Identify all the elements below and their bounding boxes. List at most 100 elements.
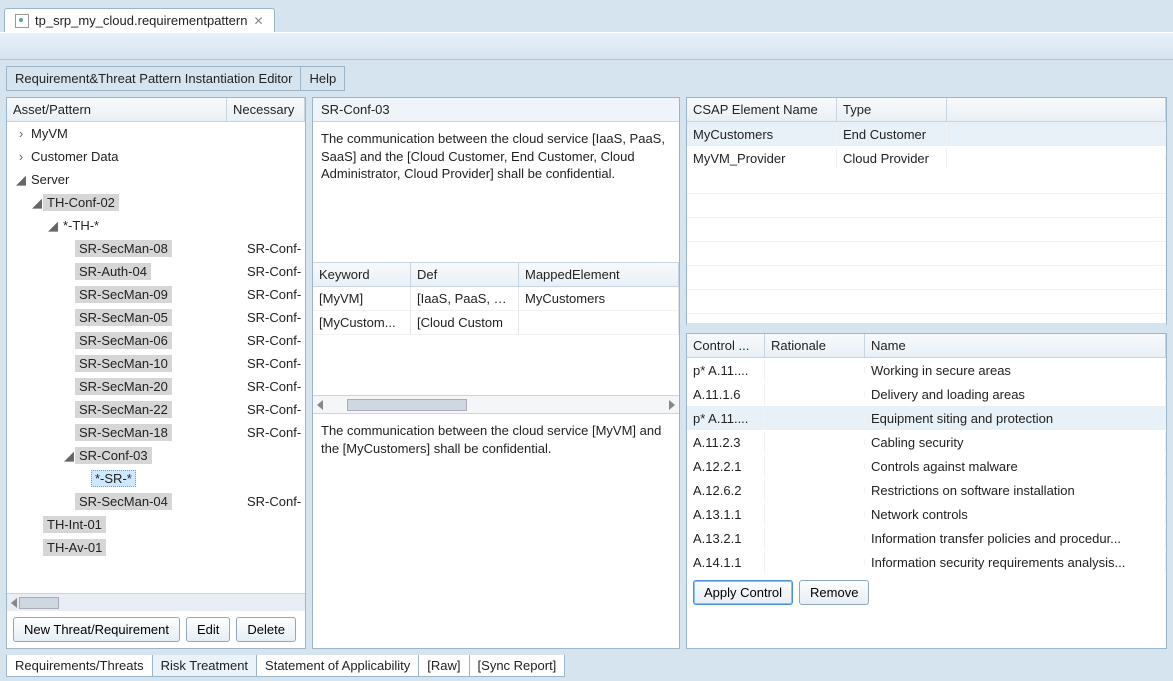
necessity-cell: SR-Conf- [247,333,301,348]
tree-row[interactable]: SR-Auth-04SR-Conf- [7,260,305,283]
ctrl-cell-rationale [765,439,865,445]
tree-header-asset[interactable]: Asset/Pattern [7,98,227,121]
csap-header-name[interactable]: CSAP Element Name [687,98,837,121]
edit-button[interactable]: Edit [186,617,230,642]
tree-row[interactable]: ◢*-TH-* [7,214,305,237]
kw-cell-keyword: [MyCustom... [313,311,411,335]
ctrl-cell-rationale [765,415,865,421]
control-row[interactable]: p* A.11.... Working in secure areas [687,358,1166,382]
tree-header-necessary[interactable]: Necessary [227,98,305,121]
bottom-tab[interactable]: [Sync Report] [469,655,566,677]
scroll-thumb[interactable] [347,399,467,411]
necessity-cell: SR-Conf- [247,264,301,279]
tree-row[interactable]: SR-SecMan-05SR-Conf- [7,306,305,329]
tree-label: TH-Av-01 [43,539,106,556]
control-row[interactable]: A.13.1.1Network controls [687,502,1166,526]
ctrl-cell-id: p* A.11.... [687,408,765,429]
tree-row[interactable]: SR-SecMan-20SR-Conf- [7,375,305,398]
scroll-left-icon[interactable] [317,400,323,410]
keyword-row[interactable]: [MyVM][IaaS, PaaS, SaaMyCustomers [313,287,679,311]
ctrl-cell-id: A.12.6.2 [687,480,765,501]
ctrl-cell-id: A.13.1.1 [687,504,765,525]
menu-help[interactable]: Help [301,67,344,90]
tree-scrollbar-h[interactable] [7,593,305,611]
tree-row[interactable]: SR-SecMan-22SR-Conf- [7,398,305,421]
menu-editor[interactable]: Requirement&Threat Pattern Instantiation… [7,67,301,90]
toggle-icon[interactable]: ◢ [47,218,59,234]
remove-button[interactable]: Remove [799,580,869,605]
control-row[interactable]: A.13.2.1Information transfer policies an… [687,526,1166,550]
toggle-icon[interactable]: ◢ [63,448,75,464]
tree-row[interactable]: ›MyVM [7,122,305,145]
bottom-tab[interactable]: [Raw] [418,655,469,677]
delete-button[interactable]: Delete [236,617,296,642]
file-tab[interactable]: tp_srp_my_cloud.requirementpattern ✕ [4,8,275,32]
keyword-body[interactable]: [MyVM][IaaS, PaaS, SaaMyCustomers[MyCust… [313,287,679,335]
tree-row[interactable]: ◢Server [7,168,305,191]
control-row[interactable]: p* A.11....Equipment siting and protecti… [687,406,1166,430]
scroll-thumb[interactable] [19,597,59,609]
tree-row[interactable]: SR-SecMan-08SR-Conf- [7,237,305,260]
ctrl-header-rationale[interactable]: Rationale [765,334,865,357]
csap-row[interactable]: MyCustomersEnd Customer [687,122,1166,146]
control-row[interactable]: A.11.2.3Cabling security [687,430,1166,454]
toggle-icon[interactable]: › [15,126,27,141]
ctrl-cell-id: A.14.1.1 [687,552,765,573]
tree-label: MyVM [27,125,72,142]
kw-cell-def: [IaaS, PaaS, Saa [411,287,519,311]
tree-row[interactable]: TH-Int-01 [7,513,305,536]
csap-row[interactable]: MyVM_ProviderCloud Provider [687,146,1166,170]
scroll-right-icon[interactable] [669,400,675,410]
csap-header-type[interactable]: Type [837,98,947,121]
tree-row[interactable]: SR-SecMan-18SR-Conf- [7,421,305,444]
csap-grid: CSAP Element Name Type MyCustomersEnd Cu… [686,97,1167,327]
keyword-scrollbar-h[interactable] [313,395,679,413]
kw-header-def[interactable]: Def [411,263,519,286]
bottom-tab[interactable]: Requirements/Threats [6,655,153,677]
control-row[interactable]: A.12.2.1Controls against malware [687,454,1166,478]
ctrl-cell-rationale [765,367,865,373]
kw-header-mapped[interactable]: MappedElement [519,263,679,286]
tree-row[interactable]: SR-SecMan-06SR-Conf- [7,329,305,352]
necessity-cell: SR-Conf- [247,287,301,302]
tree-row[interactable]: ◢TH-Conf-02 [7,191,305,214]
control-body[interactable]: p* A.11.... Working in secure areasA.11.1… [687,358,1166,574]
csap-cell-type: End Customer [837,124,947,145]
necessity-cell: SR-Conf- [247,241,301,256]
tree-row[interactable]: TH-Av-01 [7,536,305,559]
tree-row[interactable]: ›Customer Data [7,145,305,168]
toggle-icon[interactable]: ◢ [31,195,43,211]
ctrl-cell-name: Working in secure areas [865,360,1166,381]
close-icon[interactable]: ✕ [253,14,263,28]
tree-body[interactable]: ›MyVM›Customer Data◢Server◢TH-Conf-02◢*-… [7,122,305,593]
bottom-tab[interactable]: Statement of Applicability [256,655,419,677]
control-row[interactable]: A.12.6.2Restrictions on software install… [687,478,1166,502]
keyword-row[interactable]: [MyCustom...[Cloud Custom [313,311,679,335]
control-row[interactable]: A.14.1.1Information security requirement… [687,550,1166,574]
tree-row[interactable]: *-SR-* [7,467,305,490]
tree-label: *-SR-* [91,470,136,487]
csap-body[interactable]: MyCustomersEnd CustomerMyVM_ProviderClou… [687,122,1166,323]
csap-cell-name: MyVM_Provider [687,148,837,169]
tree-row[interactable]: SR-SecMan-04SR-Conf- [7,490,305,513]
control-row[interactable]: A.11.1.6Delivery and loading areas [687,382,1166,406]
scroll-left-icon[interactable] [11,598,17,608]
bottom-tab[interactable]: Risk Treatment [152,655,257,677]
toggle-icon[interactable]: › [15,149,27,164]
ctrl-header-name[interactable]: Name [865,334,1166,357]
csap-header-spacer [947,98,1166,121]
menubar: Requirement&Threat Pattern Instantiation… [6,66,345,91]
kw-header-keyword[interactable]: Keyword [313,263,411,286]
ctrl-cell-id: p* A.11.... [687,360,765,381]
tree-row[interactable]: ◢SR-Conf-03 [7,444,305,467]
tree-row[interactable]: SR-SecMan-09SR-Conf- [7,283,305,306]
ctrl-cell-id: A.13.2.1 [687,528,765,549]
ctrl-cell-name: Controls against malware [865,456,1166,477]
ctrl-header-id[interactable]: Control ... [687,334,765,357]
toggle-icon[interactable]: ◢ [15,172,27,188]
new-threat-button[interactable]: New Threat/Requirement [13,617,180,642]
tree-label: TH-Int-01 [43,516,106,533]
tree-row[interactable]: SR-SecMan-10SR-Conf- [7,352,305,375]
apply-control-button[interactable]: Apply Control [693,580,793,605]
tree-label: Server [27,171,73,188]
